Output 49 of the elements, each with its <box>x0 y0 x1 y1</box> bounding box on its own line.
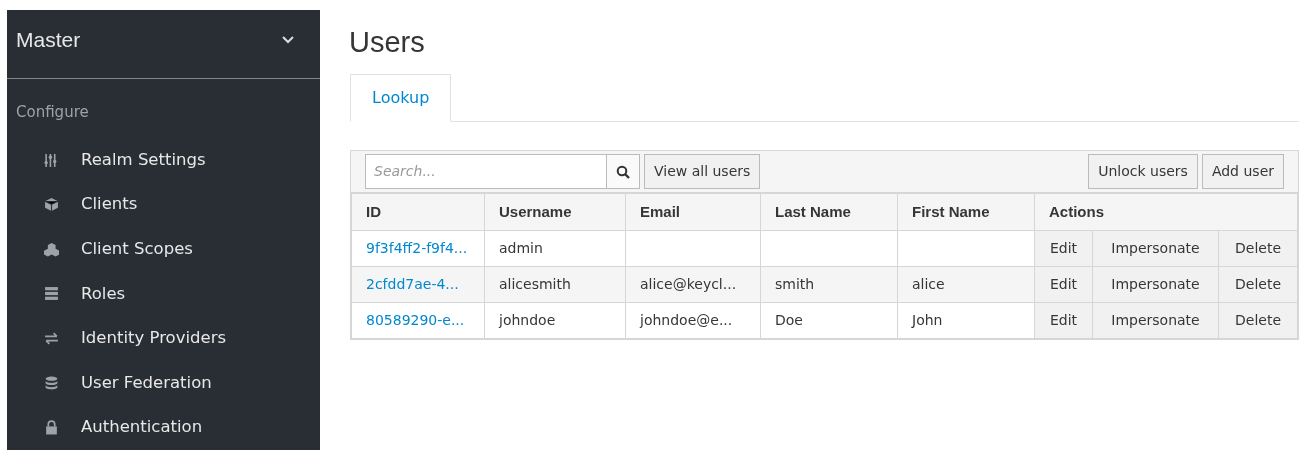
table-cell: alicesmith <box>499 276 571 292</box>
page-title: Users <box>349 25 426 60</box>
section-heading: Configure <box>15 102 90 124</box>
unlock-users-button[interactable]: Unlock users <box>1088 154 1198 189</box>
column-header: Username <box>499 202 572 220</box>
sidebar-item[interactable]: Clients <box>81 192 138 218</box>
lock-icon <box>44 420 59 436</box>
realm-selector[interactable]: Master <box>16 24 81 56</box>
action-button[interactable]: Edit <box>1034 302 1093 339</box>
table-cell: johndoe <box>499 312 556 328</box>
table-cell: admin <box>499 240 543 256</box>
action-button[interactable]: Delete <box>1218 230 1298 267</box>
column-header: Actions <box>1049 202 1104 220</box>
table-cell: alice <box>912 276 945 292</box>
sliders-icon <box>44 152 59 168</box>
column-header: ID <box>366 202 381 220</box>
column-header: First Name <box>912 202 990 220</box>
table-cell: johndoe@e... <box>640 312 733 328</box>
search-button[interactable] <box>607 154 640 189</box>
action-button[interactable]: Edit <box>1034 230 1093 267</box>
action-button[interactable]: Impersonate <box>1092 230 1219 267</box>
table-cell: Doe <box>775 312 803 328</box>
chevron-down-icon[interactable] <box>282 36 294 44</box>
add-user-button[interactable]: Add user <box>1201 154 1284 189</box>
cubes-icon <box>44 241 59 257</box>
arrows-icon <box>44 331 59 346</box>
sidebar-item[interactable]: Client Scopes <box>81 236 193 262</box>
table-cell: alice@keycl... <box>640 276 737 292</box>
sidebar-item[interactable]: Identity Providers <box>81 326 226 351</box>
sidebar-item[interactable]: Roles <box>81 281 126 307</box>
column-header: Email <box>640 202 681 220</box>
cube-icon <box>44 197 59 213</box>
tab[interactable]: Lookup <box>350 74 452 122</box>
sidebar-item[interactable]: User Federation <box>81 370 212 396</box>
server-icon <box>44 286 59 302</box>
table-cell: John <box>912 312 943 328</box>
search-icon <box>616 164 630 179</box>
view-all-users-button[interactable]: View all users <box>644 154 761 189</box>
action-button[interactable]: Delete <box>1218 302 1298 339</box>
column-header: Last Name <box>775 202 851 220</box>
action-button[interactable]: Impersonate <box>1092 266 1219 303</box>
database-icon <box>44 375 59 391</box>
search-field[interactable]: Search... <box>365 154 607 189</box>
sidebar-item[interactable]: Authentication <box>81 415 203 441</box>
sidebar-item[interactable]: Realm Settings <box>81 147 206 173</box>
action-button[interactable]: Edit <box>1034 266 1093 303</box>
action-button[interactable]: Impersonate <box>1092 302 1219 339</box>
table-cell: smith <box>775 276 815 292</box>
action-button[interactable]: Delete <box>1218 266 1298 303</box>
